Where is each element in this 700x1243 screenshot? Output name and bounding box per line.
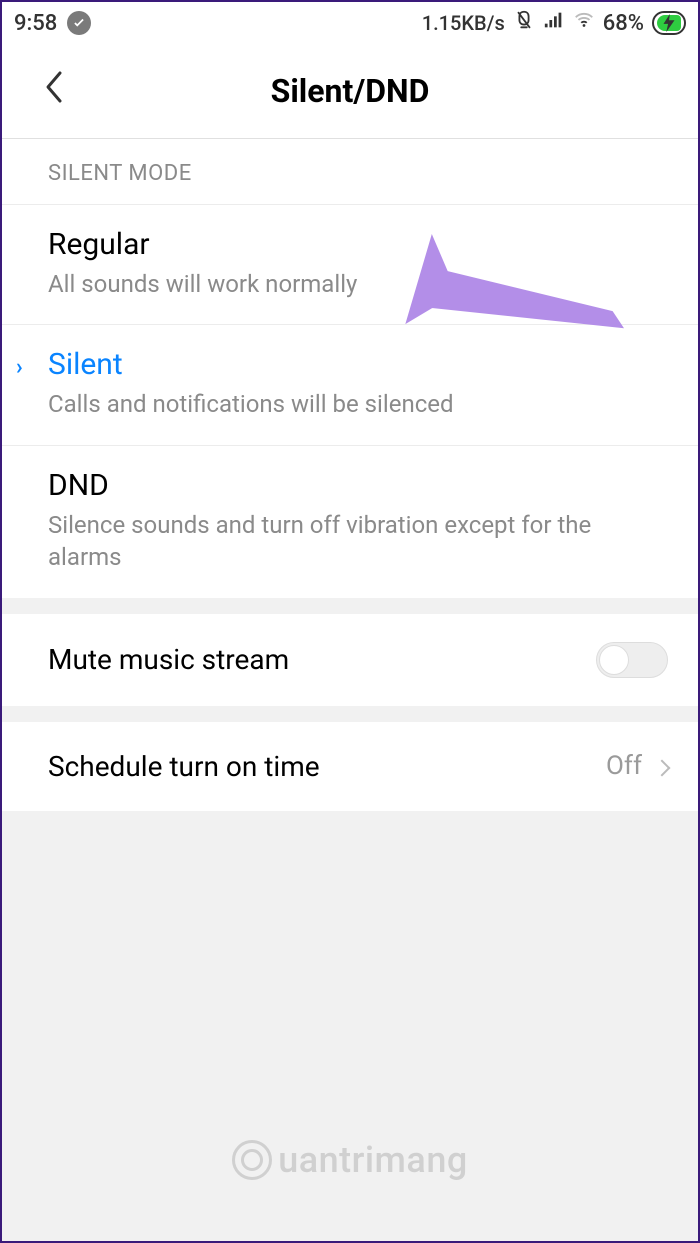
back-button[interactable] bbox=[42, 69, 64, 114]
mode-list: Regular All sounds will work normally › … bbox=[2, 205, 698, 598]
toggle-knob bbox=[599, 645, 629, 675]
row-label: Schedule turn on time bbox=[48, 750, 320, 783]
mode-desc: Calls and notifications will be silenced bbox=[48, 388, 652, 420]
row-label: Mute music stream bbox=[48, 643, 289, 676]
row-value: Off bbox=[606, 751, 642, 781]
mode-item-silent[interactable]: › Silent Calls and notifications will be… bbox=[2, 325, 698, 445]
mute-icon bbox=[513, 9, 535, 37]
check-badge-icon bbox=[67, 11, 91, 35]
mode-desc: All sounds will work normally bbox=[48, 268, 652, 300]
status-time: 9:58 bbox=[14, 11, 57, 36]
mode-item-dnd[interactable]: DND Silence sounds and turn off vibratio… bbox=[2, 446, 698, 598]
watermark-icon bbox=[232, 1140, 272, 1180]
watermark-text: uantrimang bbox=[278, 1139, 468, 1181]
watermark: uantrimang bbox=[2, 1139, 698, 1181]
mode-title: DND bbox=[48, 468, 652, 503]
battery-icon bbox=[652, 11, 686, 35]
chevron-right-icon: › bbox=[16, 355, 23, 380]
battery-percent: 68% bbox=[603, 11, 644, 36]
mute-music-row[interactable]: Mute music stream bbox=[2, 614, 698, 706]
schedule-row[interactable]: Schedule turn on time Off bbox=[2, 722, 698, 811]
wifi-icon bbox=[573, 9, 595, 37]
mode-item-regular[interactable]: Regular All sounds will work normally bbox=[2, 205, 698, 325]
section-header-silent-mode: SILENT MODE bbox=[2, 139, 698, 205]
toggle-switch[interactable] bbox=[596, 642, 668, 678]
app-header: Silent/DND bbox=[2, 44, 698, 139]
signal-icon bbox=[543, 9, 565, 37]
mode-title: Regular bbox=[48, 227, 652, 262]
chevron-right-icon bbox=[652, 751, 668, 781]
page-title: Silent/DND bbox=[2, 72, 698, 110]
mode-title: Silent bbox=[48, 347, 652, 382]
status-bar: 9:58 1.15KB/s 68% bbox=[2, 2, 698, 44]
status-data-rate: 1.15KB/s bbox=[422, 11, 505, 35]
mode-desc: Silence sounds and turn off vibration ex… bbox=[48, 509, 652, 574]
